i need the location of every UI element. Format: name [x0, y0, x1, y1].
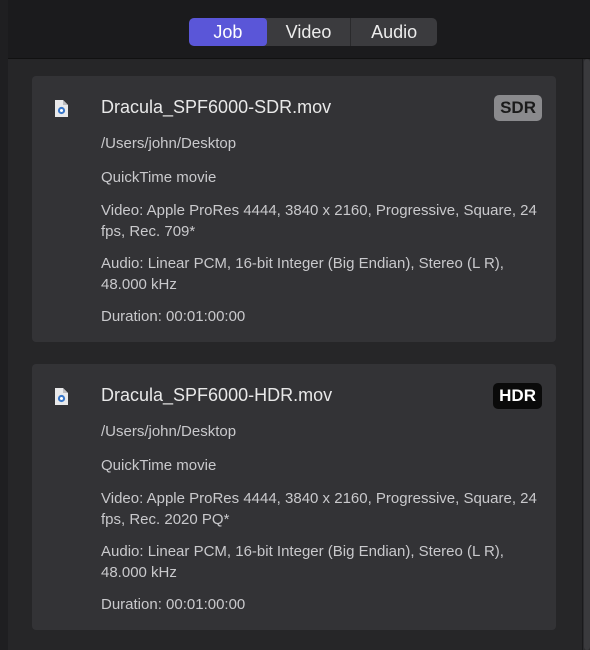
file-kind: QuickTime movie	[101, 169, 217, 186]
file-path: /Users/john/Desktop	[101, 423, 237, 440]
tab-audio[interactable]: Audio	[351, 18, 437, 46]
top-toolbar: Job Video Audio	[8, 0, 590, 59]
quicktime-file-icon	[55, 388, 68, 405]
audio-info: Audio: Linear PCM, 16-bit Integer (Big E…	[101, 255, 504, 293]
duration-info: Duration: 00:01:00:00	[101, 596, 246, 613]
file-card-hdr[interactable]: Dracula_SPF6000-HDR.mov HDR /Users/john/…	[32, 364, 556, 630]
tab-video[interactable]: Video	[267, 18, 352, 46]
video-info: Video: Apple ProRes 4444, 3840 x 2160, P…	[101, 490, 537, 528]
file-kind: QuickTime movie	[101, 457, 217, 474]
video-info: Video: Apple ProRes 4444, 3840 x 2160, P…	[101, 202, 537, 240]
scrollbar-thumb[interactable]	[584, 59, 590, 650]
audio-info: Audio: Linear PCM, 16-bit Integer (Big E…	[101, 543, 504, 581]
segmented-tab-control: Job Video Audio	[189, 18, 437, 46]
tab-job[interactable]: Job	[189, 18, 267, 46]
duration-info: Duration: 00:01:00:00	[101, 308, 246, 325]
sdr-badge: SDR	[494, 95, 542, 121]
quicktime-file-icon	[55, 100, 68, 117]
vertical-scrollbar[interactable]	[582, 59, 590, 650]
file-name: Dracula_SPF6000-SDR.mov	[101, 97, 332, 117]
file-name: Dracula_SPF6000-HDR.mov	[101, 385, 333, 405]
file-path: /Users/john/Desktop	[101, 135, 237, 152]
file-card-sdr[interactable]: Dracula_SPF6000-SDR.mov SDR /Users/john/…	[32, 76, 556, 342]
hdr-badge: HDR	[493, 383, 542, 409]
